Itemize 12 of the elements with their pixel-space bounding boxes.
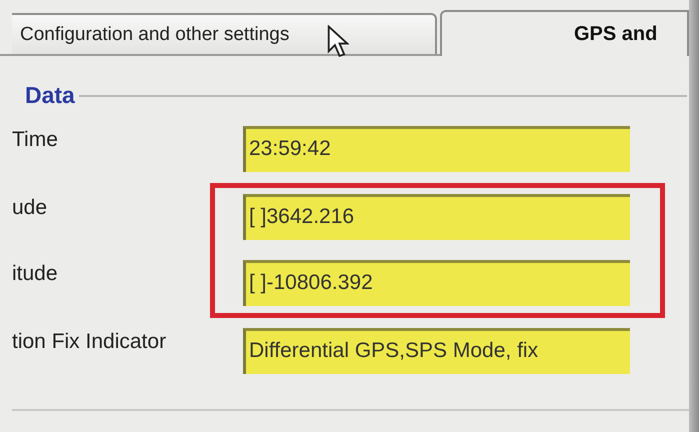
field-label: Time xyxy=(11,127,59,152)
readout-field[interactable]: [ ]3642.216 xyxy=(243,194,630,240)
tab[interactable]: Configuration and other settings xyxy=(12,13,437,54)
mouse-pointer-icon xyxy=(327,25,349,59)
field-label: tion Fix Indicator xyxy=(11,329,168,354)
tab[interactable]: GPS and xyxy=(440,10,689,56)
field-label: itude xyxy=(11,261,59,286)
field-label: ude xyxy=(11,195,48,220)
readout-field[interactable]: Differential GPS,SPS Mode, fix xyxy=(243,328,630,374)
group-title: Data xyxy=(24,82,76,109)
readout-field[interactable]: 23:59:42 xyxy=(243,126,630,172)
readout-field[interactable]: [ ]-10806.392 xyxy=(243,260,630,306)
